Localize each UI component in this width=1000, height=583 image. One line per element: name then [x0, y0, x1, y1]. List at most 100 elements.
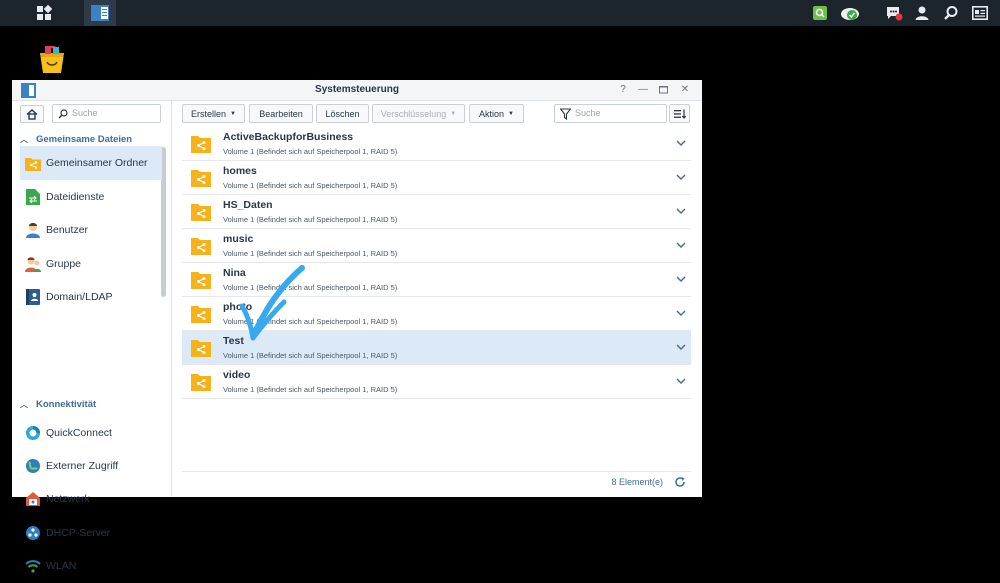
- encryption-button-label: Verschlüsselung: [380, 108, 447, 119]
- delete-button[interactable]: Löschen: [316, 104, 369, 123]
- folder-row[interactable]: music Volume 1 (Befindet sich auf Speiche…: [182, 229, 691, 263]
- folder-description: Volume 1 (Befindet sich auf Speicherpool…: [223, 249, 398, 258]
- user-button[interactable]: [912, 0, 932, 26]
- control-panel-window: Systemsteuerung ? — ✕ ︿ Gemeinsame Datei…: [12, 80, 702, 573]
- section-gemeinsame-dateien[interactable]: ︿ Gemeinsame Dateien: [20, 131, 132, 147]
- filter-icon: [560, 108, 571, 120]
- sidebar-item-user[interactable]: Benutzer: [20, 213, 162, 247]
- folder-row[interactable]: homes Volume 1 (Befindet sich auf Speiche…: [182, 161, 691, 195]
- shared-folder-icon: [191, 170, 211, 187]
- widgets-icon: [972, 6, 988, 20]
- package-center-desktop-shortcut[interactable]: [36, 43, 68, 75]
- chevron-down-icon[interactable]: [676, 376, 686, 386]
- chevron-up-icon: ︿: [20, 134, 28, 144]
- folder-description: Volume 1 (Befindet sich auf Speicherpool…: [223, 385, 398, 394]
- minimize-button[interactable]: —: [636, 83, 650, 97]
- folder-search[interactable]: [554, 104, 667, 123]
- sidebar-item-label: Dateidienste: [46, 191, 105, 203]
- section-konnektivitaet[interactable]: ︿ Konnektivität: [20, 396, 96, 412]
- folder-row[interactable]: HS_Daten Volume 1 (Befindet sich auf Spei…: [182, 195, 691, 229]
- sidebar-item-domain-ldap[interactable]: Domain/LDAP: [20, 280, 162, 314]
- folder-name: HS_Daten: [223, 199, 273, 211]
- user-icon: [25, 222, 41, 238]
- shared-folder-icon: [191, 136, 211, 153]
- main-menu-button[interactable]: [30, 0, 58, 26]
- delete-button-label: Löschen: [325, 108, 360, 119]
- chevron-down-icon[interactable]: [676, 206, 686, 216]
- control-panel-taskbar-button[interactable]: [84, 0, 116, 26]
- chevron-down-icon[interactable]: [676, 342, 686, 352]
- refresh-icon[interactable]: [674, 476, 686, 488]
- caret-down-icon: ▼: [450, 110, 457, 117]
- sidebar-item-file-services[interactable]: Dateidienste: [20, 180, 162, 214]
- sidebar-item-network[interactable]: Netzwerk: [20, 482, 162, 516]
- close-button[interactable]: ✕: [678, 83, 692, 97]
- sidebar-item-dhcp-server[interactable]: DHCP-Server: [20, 516, 162, 550]
- shared-folder-icon: [191, 306, 211, 323]
- folder-name: homes: [223, 165, 257, 177]
- chevron-up-icon: ︿: [20, 399, 28, 409]
- main-menu-icon: [37, 5, 52, 20]
- sidebar-item-label: WLAN: [46, 560, 77, 572]
- sidebar-item-label: Gemeinsamer Ordner: [46, 157, 148, 169]
- edit-button[interactable]: Bearbeiten: [249, 104, 313, 123]
- window-title: Systemsteuerung: [315, 84, 399, 95]
- list-footer: 8 Element(e): [182, 471, 691, 493]
- sidebar-search-input[interactable]: [72, 108, 152, 118]
- folder-row[interactable]: video Volume 1 (Befindet sich auf Speiche…: [182, 365, 691, 399]
- widgets-button[interactable]: [970, 0, 990, 26]
- file-services-icon: [25, 189, 41, 205]
- chevron-down-icon[interactable]: [676, 308, 686, 318]
- annotation-arrow-icon: [240, 265, 305, 341]
- search-icon: [58, 109, 68, 119]
- action-button-label: Aktion: [479, 108, 505, 119]
- search-status-icon: [813, 6, 827, 20]
- sidebar-item-label: Externer Zugriff: [46, 460, 119, 472]
- notifications-button[interactable]: [883, 0, 905, 26]
- folder-description: Volume 1 (Befindet sich auf Speicherpool…: [223, 181, 398, 190]
- sidebar-item-group[interactable]: Gruppe: [20, 247, 162, 281]
- shared-folder-icon: [191, 272, 211, 289]
- search-status-button[interactable]: [810, 0, 830, 26]
- sidebar-item-wlan[interactable]: WLAN: [20, 549, 162, 583]
- cloud-sync-button[interactable]: [838, 0, 862, 26]
- home-button[interactable]: [20, 105, 44, 123]
- help-button[interactable]: ?: [616, 83, 630, 97]
- chevron-down-icon[interactable]: [676, 138, 686, 148]
- maximize-button[interactable]: [656, 83, 670, 97]
- sort-button[interactable]: [669, 104, 690, 123]
- sidebar: ︿ Gemeinsame Dateien Gemeinsamer Ordner …: [12, 101, 172, 573]
- shared-folder-icon: [191, 340, 211, 357]
- chevron-down-icon[interactable]: [676, 240, 686, 250]
- chevron-down-icon[interactable]: [676, 172, 686, 182]
- shared-folder-icon: [191, 374, 211, 391]
- folder-search-input[interactable]: [575, 108, 655, 118]
- sidebar-item-shared-folder[interactable]: Gemeinsamer Ordner: [20, 146, 162, 180]
- item-count: 8 Element(e): [611, 477, 663, 487]
- folder-description: Volume 1 (Befindet sich auf Speicherpool…: [223, 215, 398, 224]
- network-icon: [25, 491, 41, 507]
- domain-ldap-icon: [25, 289, 41, 305]
- folder-description: Volume 1 (Befindet sich auf Speicherpool…: [223, 147, 398, 156]
- folder-name: video: [223, 369, 251, 381]
- search-button[interactable]: [941, 0, 961, 26]
- sidebar-item-external-access[interactable]: Externer Zugriff: [20, 449, 162, 483]
- folder-name: music: [223, 233, 254, 245]
- sidebar-item-label: Netzwerk: [46, 493, 90, 505]
- maximize-icon: [658, 86, 668, 94]
- sidebar-item-label: QuickConnect: [46, 427, 112, 439]
- chevron-down-icon[interactable]: [676, 274, 686, 284]
- external-access-icon: [25, 458, 41, 474]
- package-center-icon: [40, 45, 64, 73]
- quickconnect-icon: [25, 425, 41, 441]
- sidebar-item-quickconnect[interactable]: QuickConnect: [20, 416, 162, 450]
- section-label: Gemeinsame Dateien: [36, 133, 133, 145]
- folder-row[interactable]: ActiveBackupforBusiness Volume 1 (Befinde…: [182, 127, 691, 161]
- sidebar-search[interactable]: [52, 104, 161, 123]
- sidebar-item-label: Domain/LDAP: [46, 291, 113, 303]
- encryption-button[interactable]: Verschlüsselung ▼: [372, 104, 465, 123]
- action-button[interactable]: Aktion ▼: [469, 104, 524, 123]
- caret-down-icon: ▼: [508, 110, 514, 117]
- create-button[interactable]: Erstellen ▼: [182, 104, 245, 123]
- window-titlebar[interactable]: Systemsteuerung ? — ✕: [12, 80, 702, 101]
